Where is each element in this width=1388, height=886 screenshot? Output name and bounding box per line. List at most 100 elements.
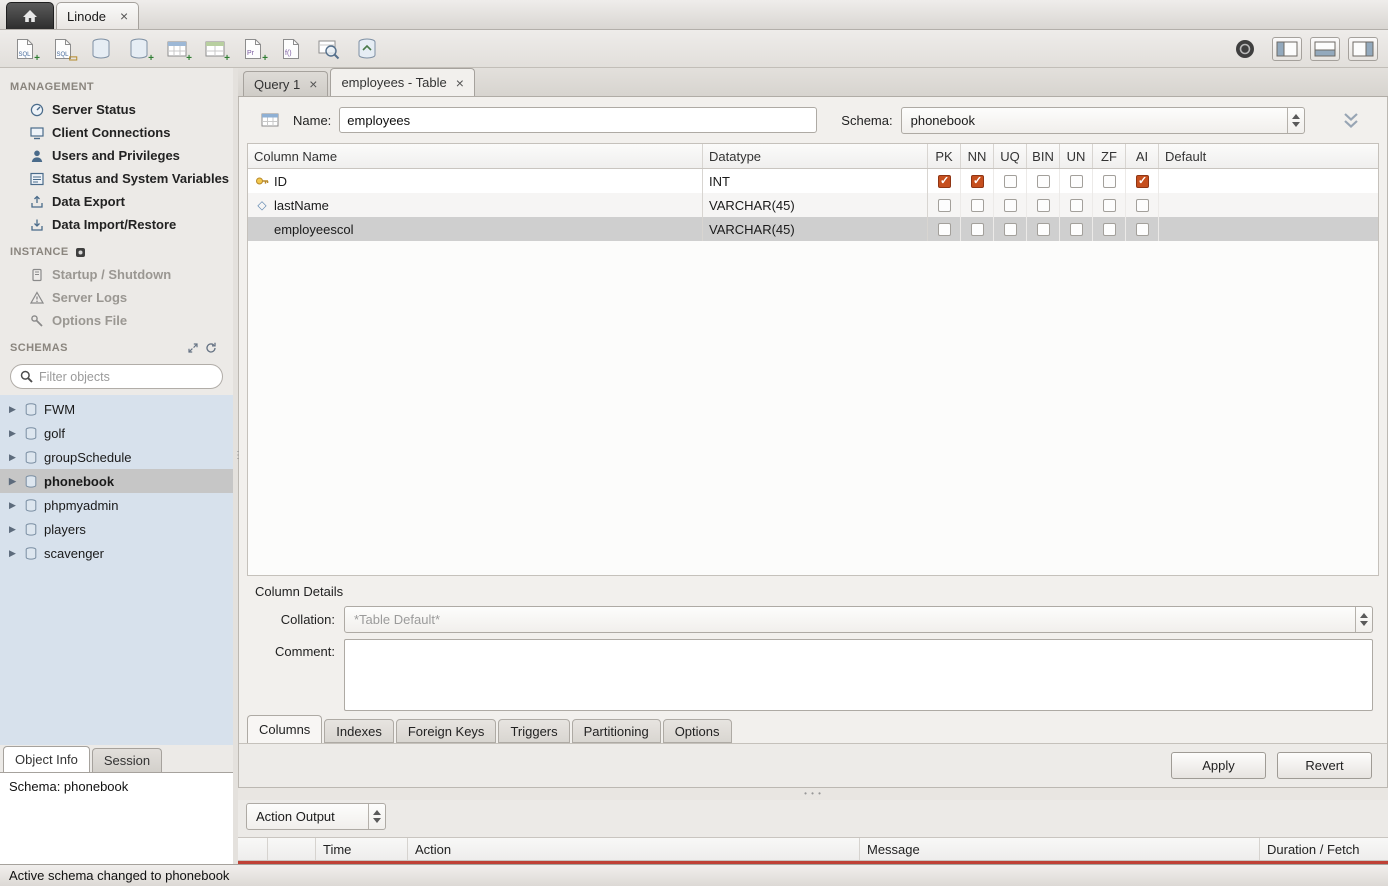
header-bin[interactable]: BIN	[1027, 144, 1060, 168]
header-datatype[interactable]: Datatype	[703, 144, 928, 168]
header-default[interactable]: Default	[1159, 144, 1378, 168]
table-row[interactable]: employeescol VARCHAR(45)	[248, 217, 1378, 241]
tab-employees-table[interactable]: employees - Table ×	[330, 68, 474, 96]
header-pk[interactable]: PK	[928, 144, 961, 168]
sidebar-item-users-privileges[interactable]: Users and Privileges	[0, 144, 233, 167]
new-view-icon[interactable]: +	[200, 34, 230, 64]
pk-checkbox[interactable]	[938, 223, 951, 236]
new-procedure-icon[interactable]: Pr +	[238, 34, 268, 64]
tab-indexes[interactable]: Indexes	[324, 719, 394, 743]
nn-checkbox[interactable]	[971, 223, 984, 236]
expander-icon[interactable]: ▶	[9, 476, 18, 487]
header-zf[interactable]: ZF	[1093, 144, 1126, 168]
default-cell[interactable]	[1159, 193, 1378, 217]
sidebar-item-server-logs[interactable]: Server Logs	[0, 286, 233, 309]
sidebar-splitter[interactable]	[233, 68, 238, 864]
ai-checkbox[interactable]	[1136, 175, 1149, 188]
un-checkbox[interactable]	[1070, 199, 1083, 212]
expand-panel-icon[interactable]	[187, 342, 199, 354]
schema-item-golf[interactable]: ▶ golf	[0, 421, 233, 445]
un-checkbox[interactable]	[1070, 175, 1083, 188]
zf-checkbox[interactable]	[1103, 223, 1116, 236]
sidebar-item-server-status[interactable]: Server Status	[0, 98, 233, 121]
zf-checkbox[interactable]	[1103, 199, 1116, 212]
header-time[interactable]: Time	[316, 838, 408, 860]
header-nn[interactable]: NN	[961, 144, 994, 168]
schema-item-phonebook[interactable]: ▶ phonebook	[0, 469, 233, 493]
uq-checkbox[interactable]	[1004, 175, 1017, 188]
sidebar-item-options-file[interactable]: Options File	[0, 309, 233, 332]
header-column-name[interactable]: Column Name	[248, 144, 703, 168]
tab-triggers[interactable]: Triggers	[498, 719, 569, 743]
schema-item-fwm[interactable]: ▶ FWM	[0, 397, 233, 421]
search-table-data-icon[interactable]	[314, 34, 344, 64]
reconnect-dbms-icon[interactable]	[352, 34, 382, 64]
default-cell[interactable]	[1159, 169, 1378, 193]
tab-session[interactable]: Session	[92, 748, 162, 772]
sidebar-item-data-import[interactable]: Data Import/Restore	[0, 213, 233, 236]
tab-query-1[interactable]: Query 1 ×	[243, 71, 328, 96]
sidebar-item-system-variables[interactable]: Status and System Variables	[0, 167, 233, 190]
new-table-icon[interactable]: +	[162, 34, 192, 64]
header-message[interactable]: Message	[860, 838, 1260, 860]
close-icon[interactable]: ×	[456, 76, 464, 90]
output-splitter[interactable]	[238, 788, 1388, 800]
schema-filter[interactable]	[10, 364, 223, 389]
sidebar-item-startup-shutdown[interactable]: Startup / Shutdown	[0, 263, 233, 286]
new-query-tab-icon[interactable]: SQL +	[10, 34, 40, 64]
schema-item-players[interactable]: ▶ players	[0, 517, 233, 541]
tab-options[interactable]: Options	[663, 719, 732, 743]
toggle-right-sidebar-icon[interactable]	[1348, 37, 1378, 61]
pk-checkbox[interactable]	[938, 175, 951, 188]
close-icon[interactable]: ×	[309, 77, 317, 91]
collation-select[interactable]: *Table Default*	[344, 606, 1373, 633]
uq-checkbox[interactable]	[1004, 223, 1017, 236]
stepper-icon[interactable]	[1355, 607, 1372, 632]
output-selector[interactable]: Action Output	[246, 803, 386, 830]
tab-partitioning[interactable]: Partitioning	[572, 719, 661, 743]
bin-checkbox[interactable]	[1037, 199, 1050, 212]
table-name-input[interactable]	[339, 107, 817, 133]
revert-button[interactable]: Revert	[1277, 752, 1372, 779]
refresh-schemas-icon[interactable]	[205, 342, 217, 354]
collapse-header-chevron-icon[interactable]	[1341, 112, 1361, 129]
expander-icon[interactable]: ▶	[9, 500, 18, 511]
home-tab[interactable]	[6, 2, 54, 29]
header-uq[interactable]: UQ	[994, 144, 1027, 168]
header-action[interactable]: Action	[408, 838, 860, 860]
toggle-bottom-panel-icon[interactable]	[1310, 37, 1340, 61]
schema-filter-input[interactable]	[39, 370, 213, 384]
assistant-icon[interactable]	[1230, 34, 1260, 64]
schema-item-groupschedule[interactable]: ▶ groupSchedule	[0, 445, 233, 469]
sidebar-item-data-export[interactable]: Data Export	[0, 190, 233, 213]
header-status-icon[interactable]	[268, 838, 316, 860]
apply-button[interactable]: Apply	[1171, 752, 1266, 779]
zf-checkbox[interactable]	[1103, 175, 1116, 188]
nn-checkbox[interactable]	[971, 175, 984, 188]
tab-foreign-keys[interactable]: Foreign Keys	[396, 719, 497, 743]
default-cell[interactable]	[1159, 217, 1378, 241]
expander-icon[interactable]: ▶	[9, 404, 18, 415]
schema-item-scavenger[interactable]: ▶ scavenger	[0, 541, 233, 565]
new-schema-icon[interactable]: +	[124, 34, 154, 64]
connection-tab[interactable]: Linode ×	[56, 2, 139, 29]
schema-item-phpmyadmin[interactable]: ▶ phpmyadmin	[0, 493, 233, 517]
nn-checkbox[interactable]	[971, 199, 984, 212]
tab-columns[interactable]: Columns	[247, 715, 322, 743]
header-ai[interactable]: AI	[1126, 144, 1159, 168]
ai-checkbox[interactable]	[1136, 199, 1149, 212]
new-function-icon[interactable]: f()	[276, 34, 306, 64]
tab-object-info[interactable]: Object Info	[3, 746, 90, 772]
table-row[interactable]: ◇ lastName VARCHAR(45)	[248, 193, 1378, 217]
close-icon[interactable]: ×	[120, 9, 128, 23]
un-checkbox[interactable]	[1070, 223, 1083, 236]
sidebar-item-client-connections[interactable]: Client Connections	[0, 121, 233, 144]
expander-icon[interactable]: ▶	[9, 524, 18, 535]
grid-empty-area[interactable]	[248, 241, 1378, 575]
uq-checkbox[interactable]	[1004, 199, 1017, 212]
toggle-left-sidebar-icon[interactable]	[1272, 37, 1302, 61]
expander-icon[interactable]: ▶	[9, 548, 18, 559]
pk-checkbox[interactable]	[938, 199, 951, 212]
bin-checkbox[interactable]	[1037, 175, 1050, 188]
stepper-icon[interactable]	[368, 804, 385, 829]
